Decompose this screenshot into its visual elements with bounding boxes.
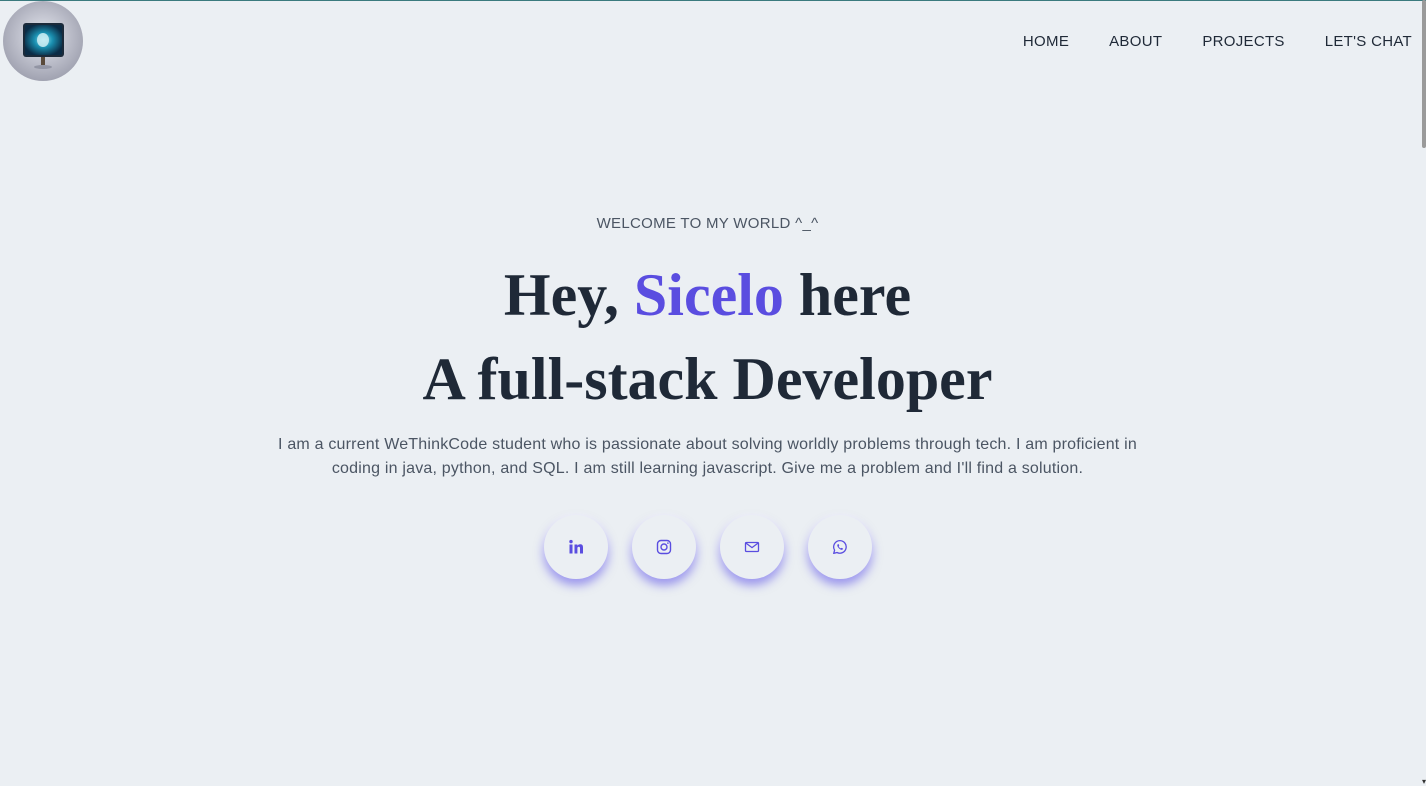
top-divider (0, 0, 1426, 1)
greeting-suffix: here (783, 262, 912, 328)
hero-headline: Hey, Sicelo here (0, 253, 1415, 337)
vertical-scrollbar[interactable]: ▾ (1422, 0, 1426, 786)
hero-section: WELCOME TO MY WORLD ^_^ Hey, Sicelo here… (0, 215, 1415, 579)
nav-about-link[interactable]: ABOUT (1109, 33, 1162, 50)
nav-projects-link[interactable]: PROJECTS (1202, 33, 1284, 50)
hero-bio: I am a current WeThinkCode student who i… (278, 436, 1137, 477)
hero-name: Sicelo (633, 262, 784, 328)
logo-image-icon (3, 1, 83, 81)
welcome-text: WELCOME TO MY WORLD ^_^ (596, 215, 819, 232)
nav-home-link[interactable]: HOME (1023, 33, 1069, 50)
main-nav: HOME ABOUT PROJECTS LET'S CHAT (1023, 33, 1412, 50)
linkedin-icon (568, 539, 583, 554)
mail-icon (744, 541, 759, 553)
linkedin-button[interactable] (543, 515, 608, 579)
logo-avatar[interactable] (3, 1, 83, 81)
nav-lets-chat-link[interactable]: LET'S CHAT (1325, 33, 1412, 50)
page: HOME ABOUT PROJECTS LET'S CHAT ▾ WELCOME… (0, 0, 1426, 786)
whatsapp-icon (832, 539, 847, 555)
hero-subtitle: A full-stack Developer (422, 346, 993, 412)
instagram-icon (656, 539, 671, 555)
scrollbar-thumb[interactable] (1422, 0, 1426, 148)
scroll-down-arrow-icon[interactable]: ▾ (1422, 778, 1426, 786)
social-links (0, 515, 1415, 579)
email-button[interactable] (719, 515, 784, 579)
instagram-button[interactable] (631, 515, 696, 579)
greeting-prefix: Hey, (503, 262, 634, 328)
whatsapp-button[interactable] (807, 515, 872, 579)
